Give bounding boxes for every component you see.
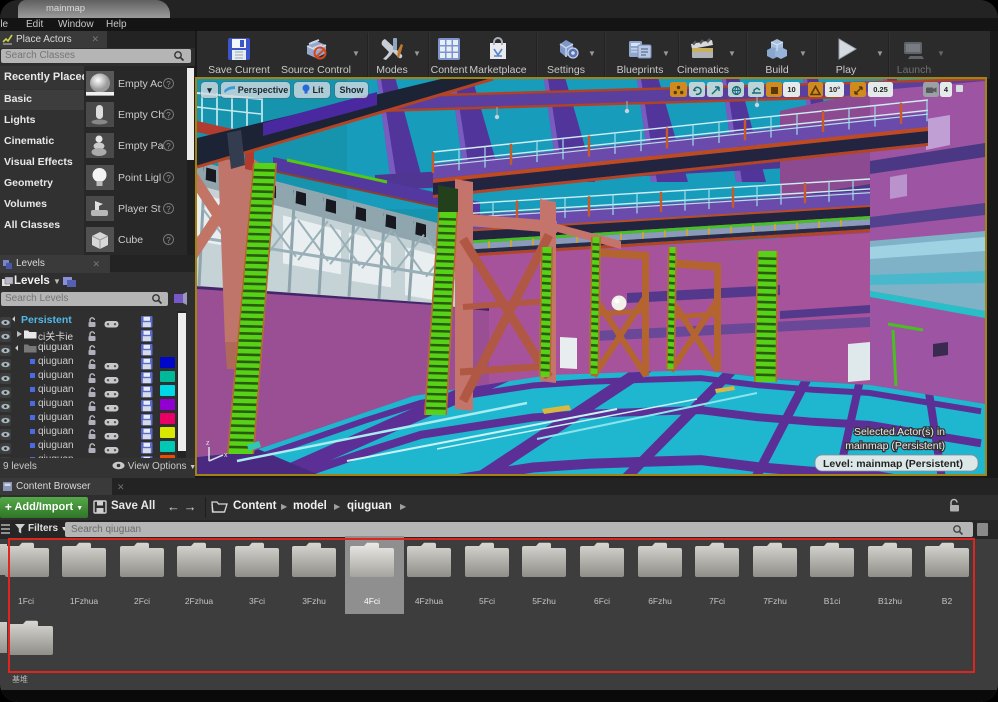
- svg-text:Level: mainmap (Persistent): Level: mainmap (Persistent): [823, 458, 963, 470]
- svg-text:mainmap (Persistent): mainmap (Persistent): [845, 440, 945, 452]
- svg-text:x: x: [224, 452, 228, 459]
- svg-text:z: z: [206, 440, 210, 447]
- svg-text:Selected Actor(s) in: Selected Actor(s) in: [854, 426, 945, 438]
